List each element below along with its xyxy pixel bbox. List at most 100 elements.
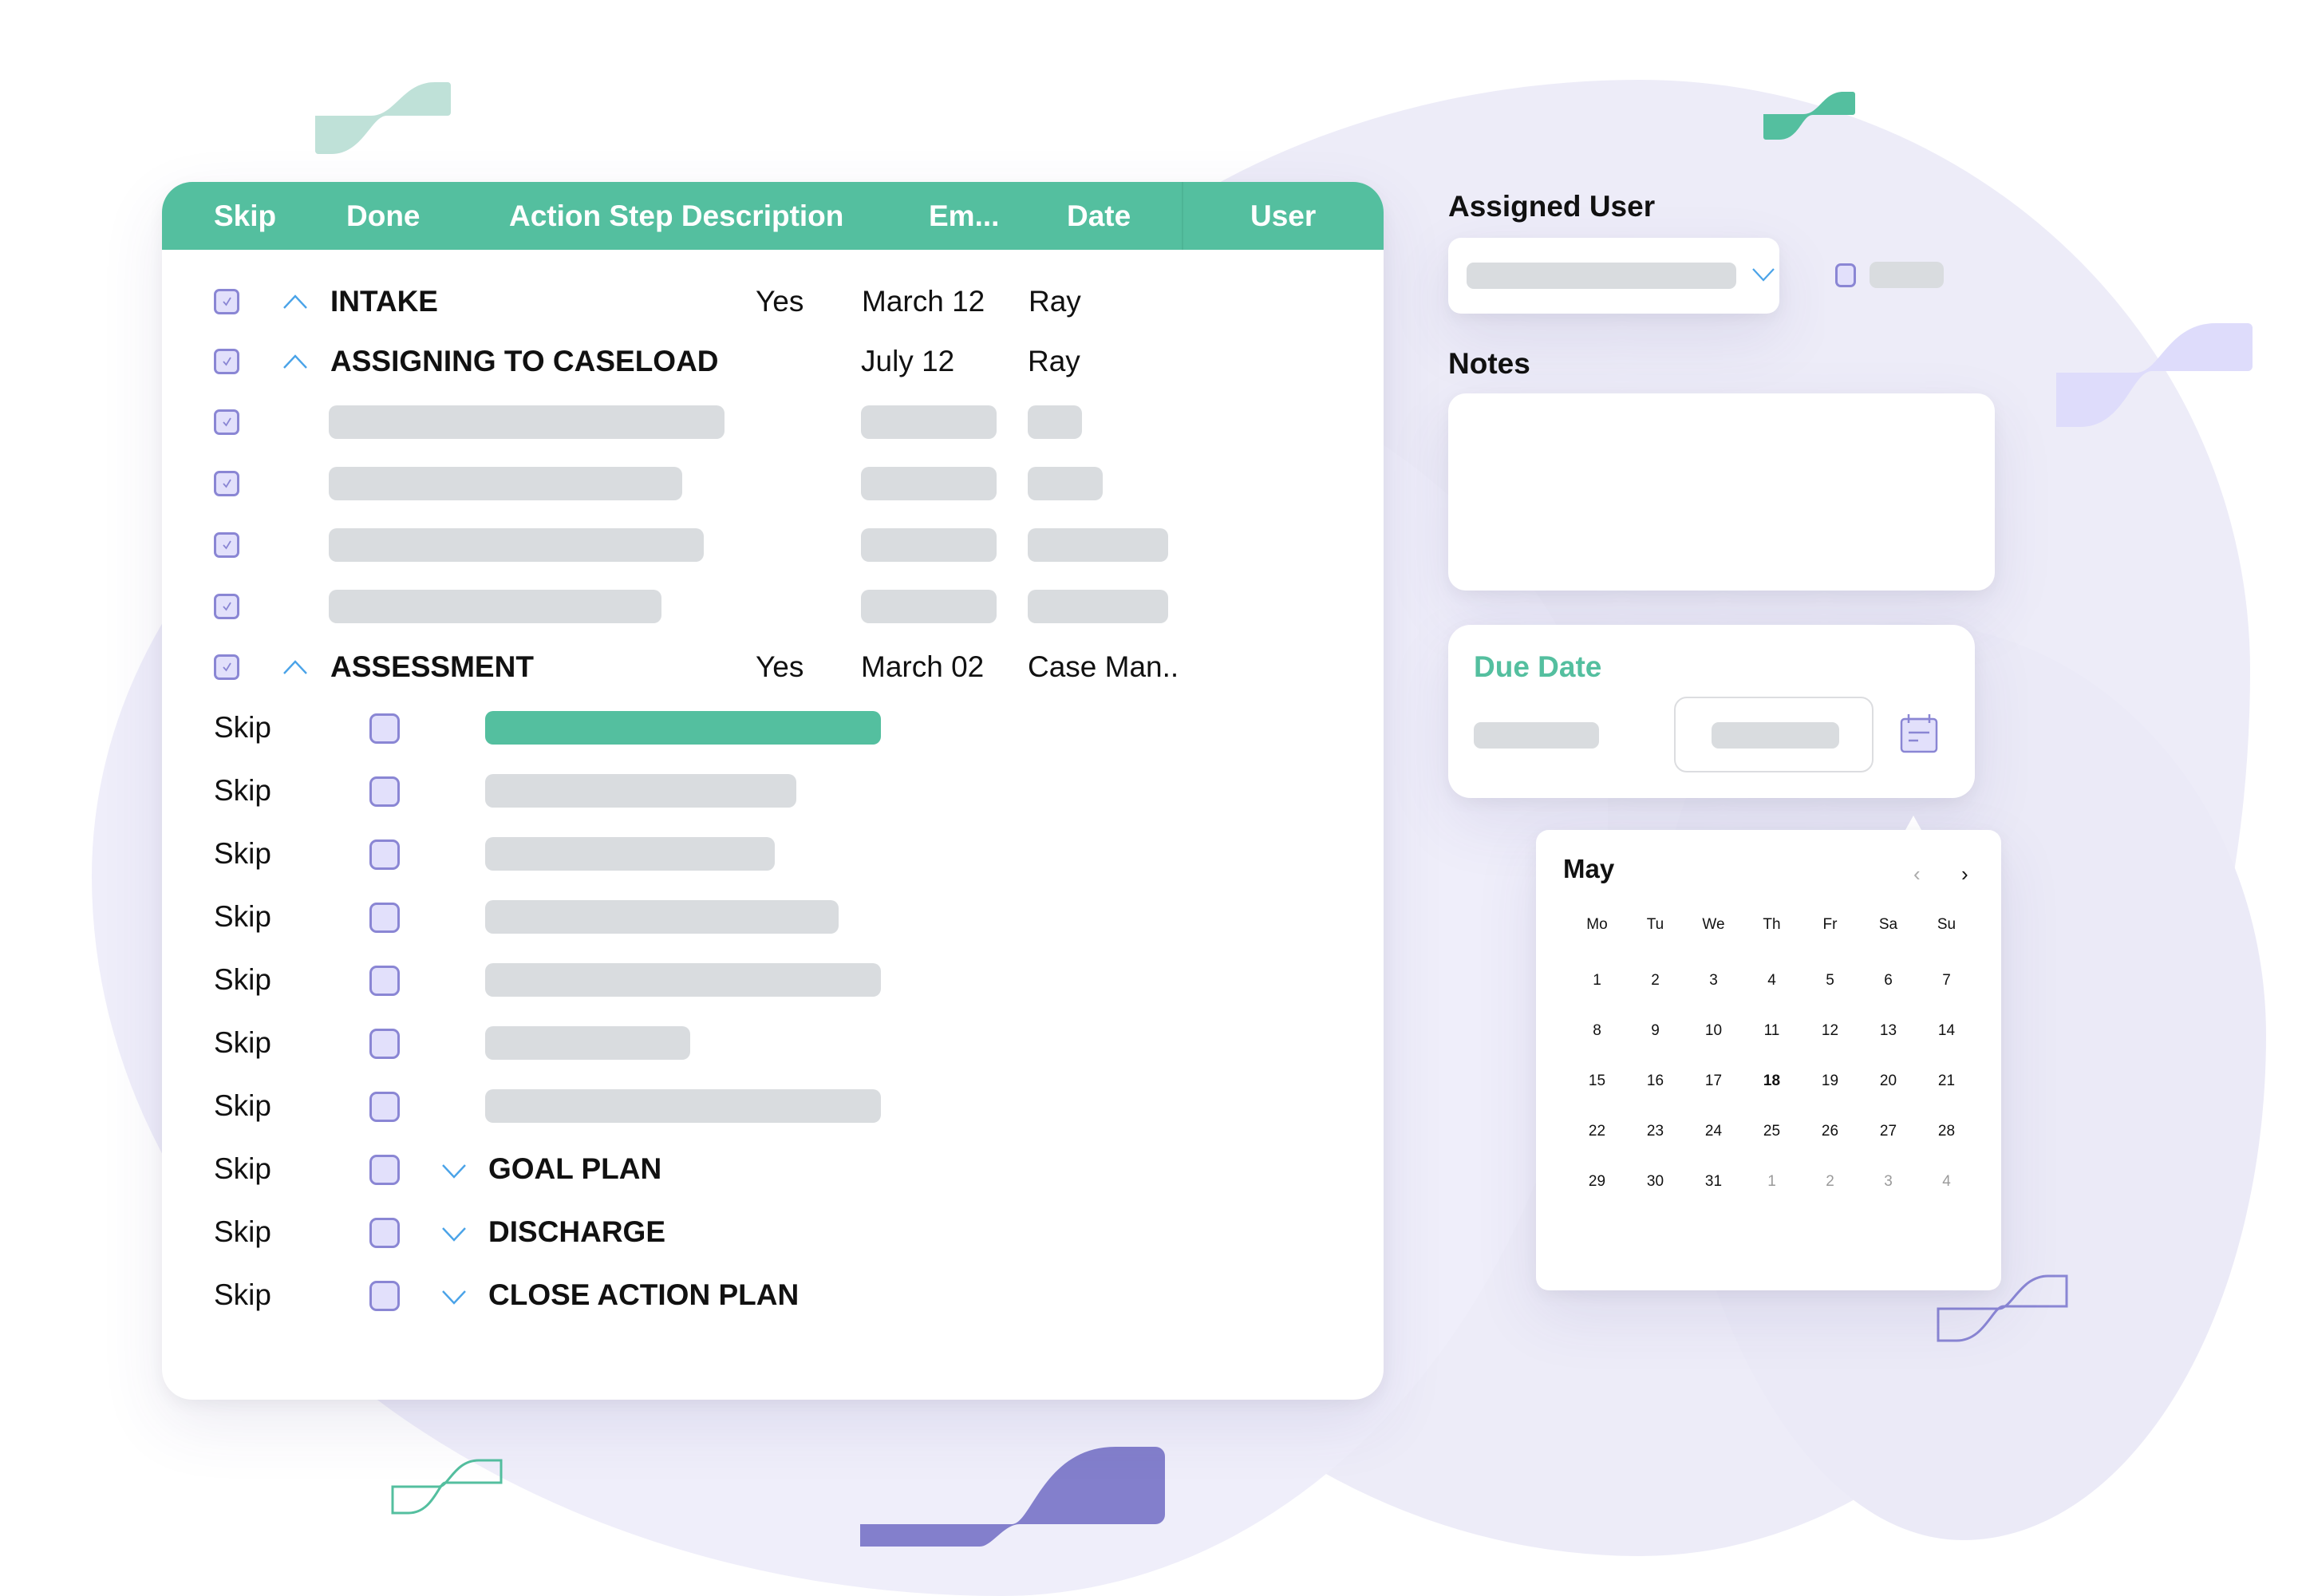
chevron-up-icon[interactable]	[282, 292, 309, 311]
calendar-day[interactable]: 10	[1684, 1022, 1743, 1040]
calendar-day[interactable]: 27	[1859, 1123, 1917, 1140]
calendar-day-today[interactable]: 18	[1743, 1073, 1801, 1090]
calendar-day[interactable]: 3	[1684, 972, 1743, 990]
done-checkbox[interactable]	[369, 713, 400, 744]
chevron-left-icon[interactable]: ‹	[1913, 863, 1921, 884]
column-header-date[interactable]: Date	[1067, 182, 1131, 250]
skip-button[interactable]: Skip	[214, 767, 271, 815]
section-row-assessment[interactable]: ASSESSMENT Yes March 02 Case Man..	[162, 643, 1384, 691]
calendar-day[interactable]: 26	[1801, 1123, 1859, 1140]
table-row[interactable]	[162, 521, 1384, 569]
calendar-day[interactable]: 6	[1859, 972, 1917, 990]
calendar-day[interactable]: 9	[1626, 1022, 1684, 1040]
skip-button[interactable]: Skip	[214, 1145, 271, 1193]
checkbox-checked-icon[interactable]	[214, 409, 239, 435]
done-checkbox[interactable]	[369, 966, 400, 996]
assigned-user-checkbox[interactable]	[1835, 263, 1856, 287]
calendar-day[interactable]: 11	[1743, 1022, 1801, 1040]
skip-button[interactable]: Skip	[214, 893, 271, 941]
chevron-down-icon[interactable]	[440, 1161, 468, 1180]
checkbox-checked-icon[interactable]	[214, 654, 239, 680]
calendar-day[interactable]: 16	[1626, 1073, 1684, 1090]
table-row[interactable]: Skip	[162, 1082, 1384, 1130]
calendar-day[interactable]: 24	[1684, 1123, 1743, 1140]
done-checkbox[interactable]	[369, 1281, 400, 1311]
calendar-day[interactable]: 5	[1801, 972, 1859, 990]
chevron-up-icon[interactable]	[282, 658, 309, 677]
calendar-day[interactable]: 3	[1859, 1173, 1917, 1191]
calendar-day[interactable]: 1	[1568, 972, 1626, 990]
calendar-day[interactable]: 31	[1684, 1173, 1743, 1191]
table-row[interactable]: Skip	[162, 830, 1384, 878]
done-checkbox[interactable]	[369, 903, 400, 933]
skip-button[interactable]: Skip	[214, 1271, 271, 1319]
assigned-user-dropdown[interactable]	[1448, 238, 1779, 314]
checkbox-checked-icon[interactable]	[214, 289, 239, 314]
column-header-em[interactable]: Em...	[929, 182, 999, 250]
done-checkbox[interactable]	[369, 1218, 400, 1248]
calendar-day[interactable]: 1	[1743, 1173, 1801, 1191]
table-row[interactable]: Skip	[162, 1019, 1384, 1067]
done-checkbox[interactable]	[369, 839, 400, 870]
table-row[interactable]	[162, 460, 1384, 508]
calendar-day[interactable]: 23	[1626, 1123, 1684, 1140]
calendar-day[interactable]: 30	[1626, 1173, 1684, 1191]
calendar-day[interactable]: 4	[1743, 972, 1801, 990]
calendar-day[interactable]: 13	[1859, 1022, 1917, 1040]
calendar-day[interactable]: 12	[1801, 1022, 1859, 1040]
column-header-done[interactable]: Done	[346, 182, 421, 250]
done-checkbox[interactable]	[369, 1092, 400, 1122]
description-placeholder	[329, 405, 725, 439]
table-row[interactable]: Skip	[162, 956, 1384, 1004]
table-row[interactable]	[162, 583, 1384, 630]
chevron-down-icon[interactable]	[1751, 267, 1775, 282]
calendar-day[interactable]: 25	[1743, 1123, 1801, 1140]
calendar-day[interactable]: 2	[1626, 972, 1684, 990]
chevron-up-icon[interactable]	[282, 352, 309, 371]
table-row[interactable]: Skip	[162, 893, 1384, 941]
calendar-day[interactable]: 4	[1917, 1173, 1976, 1191]
calendar-day[interactable]: 20	[1859, 1073, 1917, 1090]
calendar-day[interactable]: 28	[1917, 1123, 1976, 1140]
checkbox-checked-icon[interactable]	[214, 594, 239, 619]
chevron-right-icon[interactable]: ›	[1961, 863, 1968, 884]
done-checkbox[interactable]	[369, 1029, 400, 1059]
skip-button[interactable]: Skip	[214, 704, 271, 752]
section-row-goal-plan[interactable]: Skip GOAL PLAN	[162, 1145, 1384, 1193]
checkbox-checked-icon[interactable]	[214, 349, 239, 374]
calendar-day[interactable]: 29	[1568, 1173, 1626, 1191]
table-row[interactable]: Skip	[162, 704, 1384, 752]
skip-button[interactable]: Skip	[214, 1208, 271, 1256]
skip-button[interactable]: Skip	[214, 956, 271, 1004]
checkbox-checked-icon[interactable]	[214, 471, 239, 496]
calendar-day[interactable]: 8	[1568, 1022, 1626, 1040]
table-row[interactable]: Skip	[162, 767, 1384, 815]
done-checkbox[interactable]	[369, 776, 400, 807]
calendar-day[interactable]: 19	[1801, 1073, 1859, 1090]
done-checkbox[interactable]	[369, 1155, 400, 1185]
calendar-day[interactable]: 15	[1568, 1073, 1626, 1090]
section-row-assigning-to-caseload[interactable]: ASSIGNING TO CASELOAD July 12 Ray	[162, 338, 1384, 385]
calendar-day[interactable]: 21	[1917, 1073, 1976, 1090]
checkbox-checked-icon[interactable]	[214, 532, 239, 558]
due-date-input[interactable]	[1674, 697, 1874, 772]
column-header-description[interactable]: Action Step Description	[509, 182, 843, 250]
section-row-close-action-plan[interactable]: Skip CLOSE ACTION PLAN	[162, 1271, 1384, 1319]
skip-button[interactable]: Skip	[214, 1082, 271, 1130]
section-row-intake[interactable]: INTAKE Yes March 12 Ray	[162, 278, 1384, 326]
calendar-day[interactable]: 7	[1917, 972, 1976, 990]
column-header-user[interactable]: User	[1250, 182, 1316, 250]
skip-button[interactable]: Skip	[214, 830, 271, 878]
calendar-day[interactable]: 2	[1801, 1173, 1859, 1191]
column-header-skip[interactable]: Skip	[214, 182, 276, 250]
chevron-down-icon[interactable]	[440, 1224, 468, 1243]
section-row-discharge[interactable]: Skip DISCHARGE	[162, 1208, 1384, 1256]
calendar-day[interactable]: 22	[1568, 1123, 1626, 1140]
calendar-day[interactable]: 14	[1917, 1022, 1976, 1040]
notes-textarea[interactable]	[1448, 393, 1995, 591]
calendar-icon[interactable]	[1899, 713, 1939, 754]
table-row[interactable]	[162, 398, 1384, 446]
skip-button[interactable]: Skip	[214, 1019, 271, 1067]
chevron-down-icon[interactable]	[440, 1287, 468, 1306]
calendar-day[interactable]: 17	[1684, 1073, 1743, 1090]
